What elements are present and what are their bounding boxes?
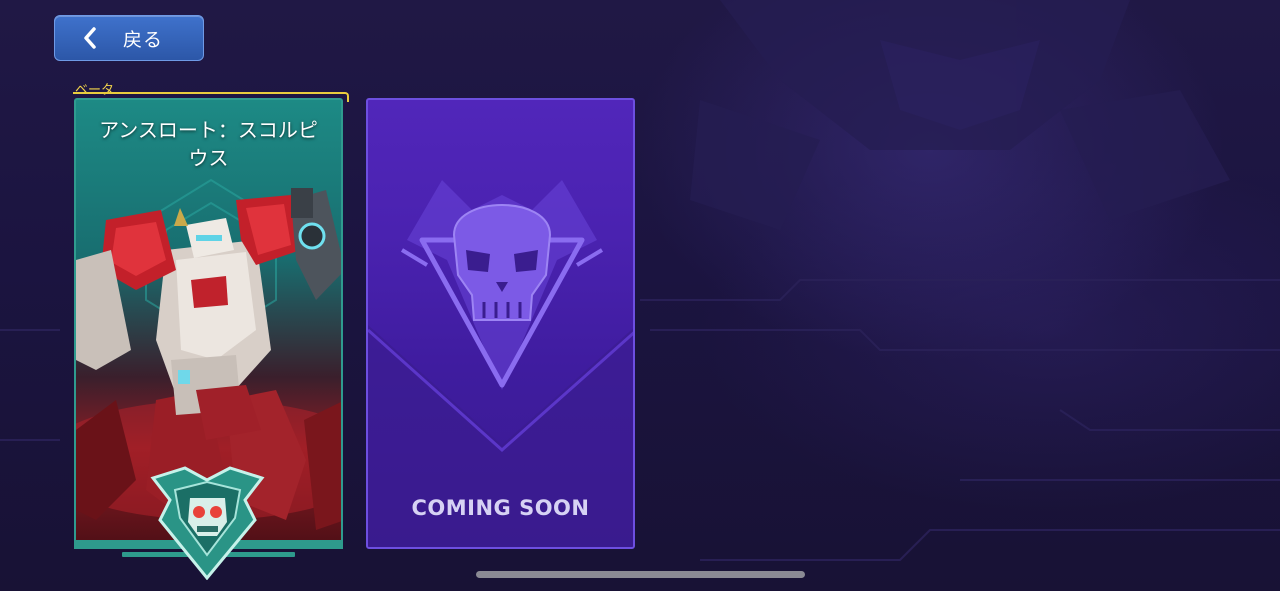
coming-soon-label: COMING SOON (411, 496, 590, 520)
coming-soon-card[interactable]: COMING SOON (366, 98, 635, 549)
hero-card-title: アンスロート：スコルピウス (99, 118, 318, 170)
chevron-left-icon (77, 25, 103, 51)
skull-emblem-icon (368, 180, 633, 547)
back-button-label: 戻る (123, 28, 164, 51)
back-button[interactable]: 戻る (54, 15, 204, 61)
faction-skull-emblem-icon (150, 466, 265, 580)
home-indicator[interactable] (476, 571, 805, 578)
